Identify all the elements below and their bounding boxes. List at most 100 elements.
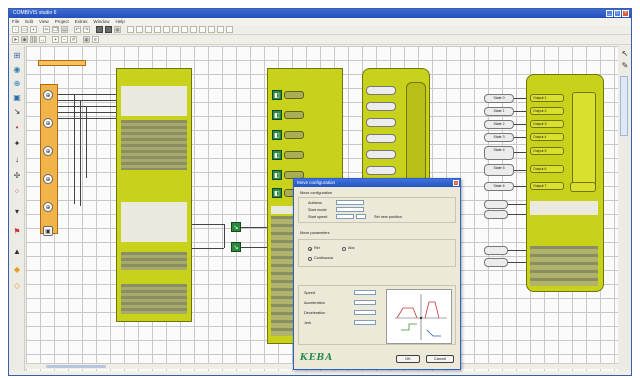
menu-project[interactable]: Project [55, 18, 69, 25]
start-mode-field[interactable] [336, 207, 364, 212]
orange-block-icon-6[interactable]: ▣ [43, 226, 53, 236]
orange-block-icon-5[interactable]: ⊕ [43, 202, 53, 212]
state-pill-0[interactable]: State 0 [484, 94, 514, 103]
state-pill-9[interactable] [484, 246, 508, 255]
start-speed-unit[interactable] [356, 214, 366, 219]
menu-file[interactable]: File [12, 18, 19, 25]
tool-g-icon[interactable] [181, 26, 188, 33]
tool-i-icon[interactable] [199, 26, 206, 33]
orange-block-icon-3[interactable]: ⊕ [43, 146, 53, 156]
close-button[interactable]: × [622, 10, 629, 17]
settings-icon[interactable]: ✎ [620, 60, 630, 70]
arrow-tool-icon[interactable]: ↓ [12, 154, 22, 164]
connector-icon[interactable]: ↘ [12, 106, 22, 116]
move-icon[interactable]: ⊕ [12, 78, 22, 88]
cancel-button[interactable]: Cancel [426, 355, 454, 363]
layer-icon[interactable]: ≡ [92, 36, 99, 43]
cut-icon[interactable]: ✂ [43, 26, 50, 33]
state-pill-1[interactable]: State 1 [484, 107, 514, 116]
tool-c-icon[interactable] [145, 26, 152, 33]
tool-b-icon[interactable] [136, 26, 143, 33]
state-pill-8[interactable] [484, 210, 508, 219]
warning-icon[interactable]: ▲ [12, 246, 22, 256]
block-icon[interactable]: ◉ [12, 64, 22, 74]
maximize-button[interactable]: □ [614, 10, 621, 17]
tool-l-icon[interactable] [226, 26, 233, 33]
state-pill-7[interactable] [484, 200, 508, 209]
menu-extras[interactable]: Extras [75, 18, 88, 25]
scroll-thumb[interactable] [46, 365, 106, 368]
state-pill-3[interactable]: State 3 [484, 133, 514, 142]
output-icon-6[interactable]: ◧ [272, 188, 282, 198]
text-icon[interactable]: ▣ [12, 92, 22, 102]
rel-radio[interactable] [308, 247, 312, 251]
copy-icon[interactable]: ❐ [52, 26, 59, 33]
block-4-output-1[interactable]: Output 1 [530, 94, 564, 102]
io-icon[interactable]: ⁘ [12, 186, 22, 196]
paste-icon[interactable]: ▤ [61, 26, 68, 33]
input-pill-2[interactable] [366, 102, 396, 111]
input-pill-6[interactable] [366, 166, 396, 175]
ok-button[interactable]: OK [396, 355, 420, 363]
pointer-icon[interactable]: ⊞ [12, 50, 22, 60]
state-pill-5[interactable]: State 5 [484, 164, 514, 176]
minimize-button[interactable]: _ [606, 10, 613, 17]
pin-panel-icon[interactable]: ↖ [620, 48, 630, 58]
table-icon[interactable]: ▦ [83, 36, 90, 43]
block-4-output-6[interactable]: Output 6 [530, 165, 564, 173]
menu-help[interactable]: Help [116, 18, 125, 25]
grid-icon[interactable] [96, 26, 103, 33]
arrow-icon[interactable]: ➤ [12, 36, 19, 43]
output-pill[interactable] [284, 151, 304, 159]
block-4-output-5[interactable]: Output 5 [530, 147, 564, 155]
new-icon[interactable]: ▫ [12, 26, 19, 33]
tool-d-icon[interactable] [154, 26, 161, 33]
tool-h-icon[interactable] [190, 26, 197, 33]
input-pill-3[interactable] [366, 118, 396, 127]
block-4-toggle[interactable] [570, 182, 596, 192]
output-pill[interactable] [284, 131, 304, 139]
save-icon[interactable]: ▪ [30, 26, 37, 33]
block-4-output-7[interactable]: Output 7 [530, 182, 564, 190]
input-pill-5[interactable] [366, 150, 396, 159]
state-pill-4[interactable]: State 4 [484, 146, 514, 160]
output-icon-4[interactable]: ◧ [272, 150, 282, 160]
start-speed-field[interactable] [336, 214, 354, 219]
address-field[interactable] [336, 200, 364, 205]
output-pill[interactable] [284, 111, 304, 119]
output-icon-1[interactable]: ◧ [272, 90, 282, 100]
block-4-output-3[interactable]: Output 3 [530, 120, 564, 128]
orange-block-icon-4[interactable]: ⊕ [43, 174, 53, 184]
flag-icon[interactable]: ⚑ [12, 226, 22, 236]
open-icon[interactable]: ▭ [21, 26, 28, 33]
select-icon[interactable]: ▣ [21, 36, 28, 43]
tool-a-icon[interactable] [127, 26, 134, 33]
state-pill-10[interactable] [484, 258, 508, 267]
input-pill-1[interactable] [366, 86, 396, 95]
orange-block-icon-1[interactable]: ⊕ [43, 90, 53, 100]
state-pill-2[interactable]: State 2 [484, 120, 514, 129]
diamond-outline-icon[interactable]: ◇ [12, 280, 22, 290]
pin-icon[interactable]: ✦ [12, 138, 22, 148]
arrow-down-icon[interactable]: ▾ [12, 206, 22, 216]
connect-icon[interactable]: ↔ [39, 36, 46, 43]
menu-window[interactable]: Window [94, 18, 110, 25]
print-icon[interactable]: ▦ [114, 26, 121, 33]
zoom-in-icon[interactable]: + [52, 36, 59, 43]
zoom-out-icon[interactable]: − [61, 36, 68, 43]
green-connector-icon-1[interactable]: ↘ [231, 222, 241, 232]
output-icon-5[interactable]: ◧ [272, 170, 282, 180]
undo-icon[interactable]: ↶ [74, 26, 81, 33]
marker-icon[interactable]: ✢ [12, 170, 22, 180]
param-field-3[interactable] [354, 310, 376, 315]
dialog-close-button[interactable]: × [453, 180, 459, 186]
param-field-1[interactable] [354, 290, 376, 295]
tool-e-icon[interactable] [163, 26, 170, 33]
param-field-2[interactable] [354, 300, 376, 305]
tool-f-icon[interactable] [172, 26, 179, 33]
continuous-radio[interactable] [308, 257, 312, 261]
block-4-output-4[interactable]: Output 4 [530, 133, 564, 141]
menu-view[interactable]: View [39, 18, 49, 25]
redo-icon[interactable]: ↷ [83, 26, 90, 33]
link-icon[interactable]: ⛓ [30, 36, 37, 43]
